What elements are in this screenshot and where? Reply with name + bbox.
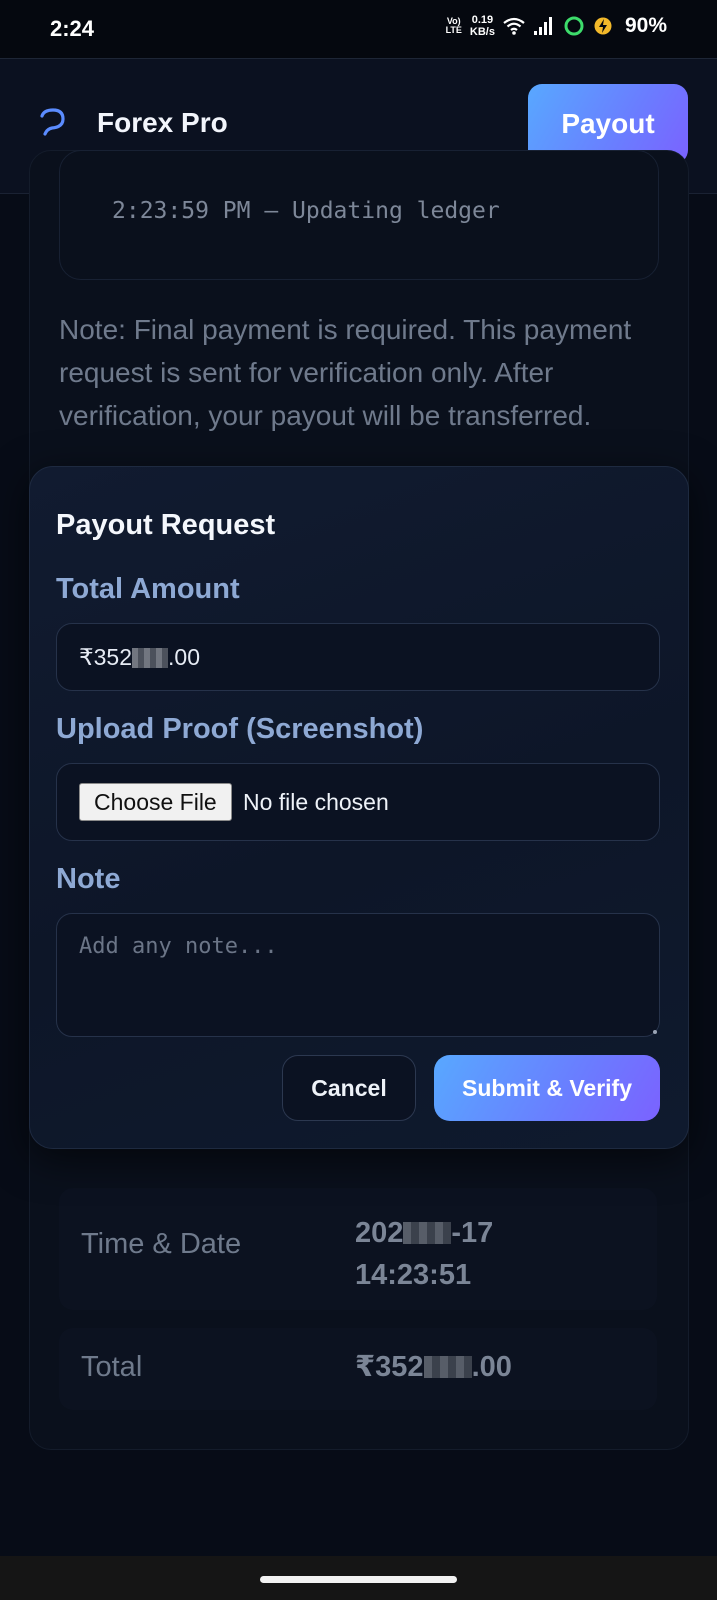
logo-icon [40,108,65,136]
status-circle-icon [564,16,584,36]
cancel-button[interactable]: Cancel [282,1055,416,1121]
battery-level: 90% [624,14,667,37]
summary-row-time: Time & Date 202 -17 14:23:51 [59,1188,657,1310]
upload-label: Upload Proof (Screenshot) [56,713,424,745]
redacted-mark [423,1356,472,1378]
payout-request-modal: Payout Request Total Amount ₹352.00 Uplo… [29,466,689,1149]
choose-file-button[interactable]: Choose File [79,783,232,821]
upload-proof-field: Choose File No file chosen [56,763,660,841]
system-nav-bar [0,1556,717,1600]
modal-title: Payout Request [56,509,276,541]
amount-field[interactable]: ₹352.00 [56,623,660,691]
redacted-mark [403,1222,452,1244]
brand-name: Forex Pro [97,107,228,138]
total-label: Total [81,1351,143,1383]
submit-verify-button[interactable]: Submit & Verify [434,1055,660,1121]
status-icons: Vo) LTE 0.19 KB/s 90% [446,14,667,38]
total-value: ₹352.00 [355,1351,512,1383]
charging-icon [594,17,612,35]
log-line: 2:23:59 PM — Updating ledger [112,198,500,224]
note-input[interactable] [57,914,659,1036]
note-field [56,913,660,1037]
file-status: No file chosen [243,789,389,815]
payment-note: Note: Final payment is required. This pa… [59,314,632,431]
status-time: 2:24 [50,16,95,41]
redacted-mark [132,648,169,668]
time-date-label: Time & Date [81,1228,242,1260]
amount-value: ₹352.00 [79,644,200,670]
status-bar: 2:24 Vo) LTE 0.19 KB/s 90% [0,0,717,58]
signal-icon [533,17,552,35]
amount-label: Total Amount [56,573,240,605]
note-label: Note [56,863,121,895]
summary-row-total: Total ₹352.00 [59,1328,657,1410]
wifi-icon [503,17,525,35]
volte-indicator: Vo) LTE [445,16,462,35]
resize-handle[interactable] [653,1030,657,1034]
time-date-value: 202 -17 14:23:51 [355,1217,494,1291]
net-speed: 0.19 KB/s [469,14,495,38]
home-gesture-handle[interactable] [260,1576,457,1583]
